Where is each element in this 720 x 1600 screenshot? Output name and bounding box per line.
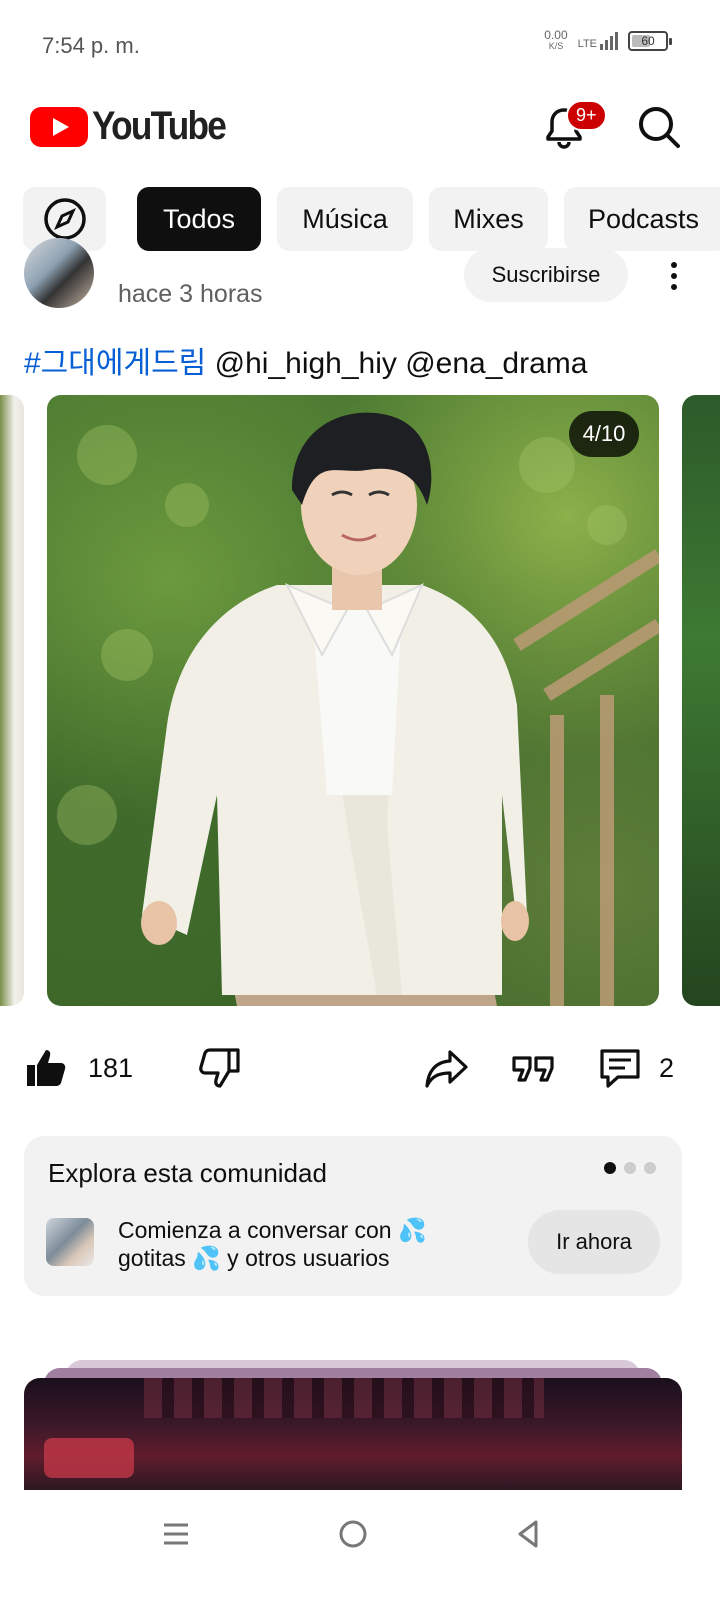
back-icon[interactable] — [508, 1514, 548, 1554]
like-icon — [27, 1050, 66, 1086]
like-count: 181 — [88, 1052, 134, 1083]
net-speed: 0.00 K/S — [544, 28, 568, 51]
explore-icon — [43, 198, 86, 240]
chip-mixes[interactable]: Mixes — [429, 187, 548, 251]
comment-count: 2 — [659, 1052, 675, 1083]
status-bar: 7:54 p. m. 0.00 K/S LTE 60 — [0, 0, 720, 92]
carousel-dots — [604, 1162, 656, 1174]
quote-button[interactable] — [510, 1036, 558, 1100]
more-options-icon[interactable] — [664, 262, 684, 292]
community-title: Explora esta comunidad — [48, 1158, 327, 1188]
post-photo[interactable] — [47, 395, 659, 1006]
youtube-logo[interactable]: YouTube — [30, 104, 243, 149]
menu-icon[interactable] — [156, 1514, 196, 1554]
chip-podcasts[interactable]: Podcasts — [564, 187, 720, 251]
next-photo[interactable] — [682, 395, 720, 1006]
comments-button[interactable]: 2 — [597, 1036, 674, 1100]
youtube-play-icon — [30, 106, 88, 147]
subscribe-button[interactable]: Suscribirse — [464, 248, 628, 302]
chip-todos[interactable]: Todos — [137, 187, 261, 251]
post-actions: 181 2 — [0, 1036, 720, 1100]
community-avatar — [46, 1218, 94, 1266]
community-message: Comienza a conversar con 💦 gotitas 💦 y o… — [118, 1217, 427, 1271]
share-button[interactable] — [424, 1036, 470, 1100]
post-text: #그대에게드림 @hi_high_hiy @ena_drama — [24, 338, 587, 382]
preview-image-detail — [44, 1438, 134, 1478]
app-name: YouTube — [92, 104, 227, 148]
signal-icon: LTE — [578, 32, 618, 50]
app-header: YouTube 9+ — [0, 92, 720, 162]
comment-icon — [600, 1049, 640, 1088]
status-icons: 0.00 K/S LTE 60 — [544, 28, 672, 52]
status-time: 7:54 p. m. — [42, 33, 140, 58]
battery-icon: 60 — [628, 31, 672, 51]
previous-photo[interactable] — [0, 395, 24, 1006]
photo-counter: 4/10 — [569, 411, 639, 457]
like-button[interactable]: 181 — [24, 1036, 133, 1100]
go-now-button[interactable]: Ir ahora — [528, 1210, 660, 1274]
post-time: hace 3 horas — [118, 280, 263, 308]
post-mentions[interactable]: @hi_high_hiy @ena_drama — [215, 347, 588, 380]
category-chips: Todos Música Mixes Podcasts — [0, 187, 720, 253]
channel-avatar[interactable] — [24, 238, 94, 308]
system-nav-bar — [0, 1490, 720, 1600]
home-icon[interactable] — [333, 1514, 373, 1554]
notification-badge: 9+ — [566, 100, 607, 131]
quote-icon — [512, 1056, 554, 1082]
next-post-preview[interactable] — [24, 1378, 682, 1490]
search-icon[interactable] — [636, 104, 682, 150]
community-card: Explora esta comunidad Comienza a conver… — [24, 1136, 682, 1296]
share-icon — [425, 1050, 468, 1088]
preview-image-detail — [144, 1378, 544, 1418]
post-hashtag[interactable]: #그대에게드림 — [24, 347, 206, 380]
person-photo — [57, 412, 659, 1006]
subscribe-label: Suscribirse — [491, 262, 601, 287]
dislike-icon — [199, 1048, 240, 1088]
chip-musica[interactable]: Música — [277, 187, 413, 251]
dislike-button[interactable] — [198, 1036, 242, 1100]
